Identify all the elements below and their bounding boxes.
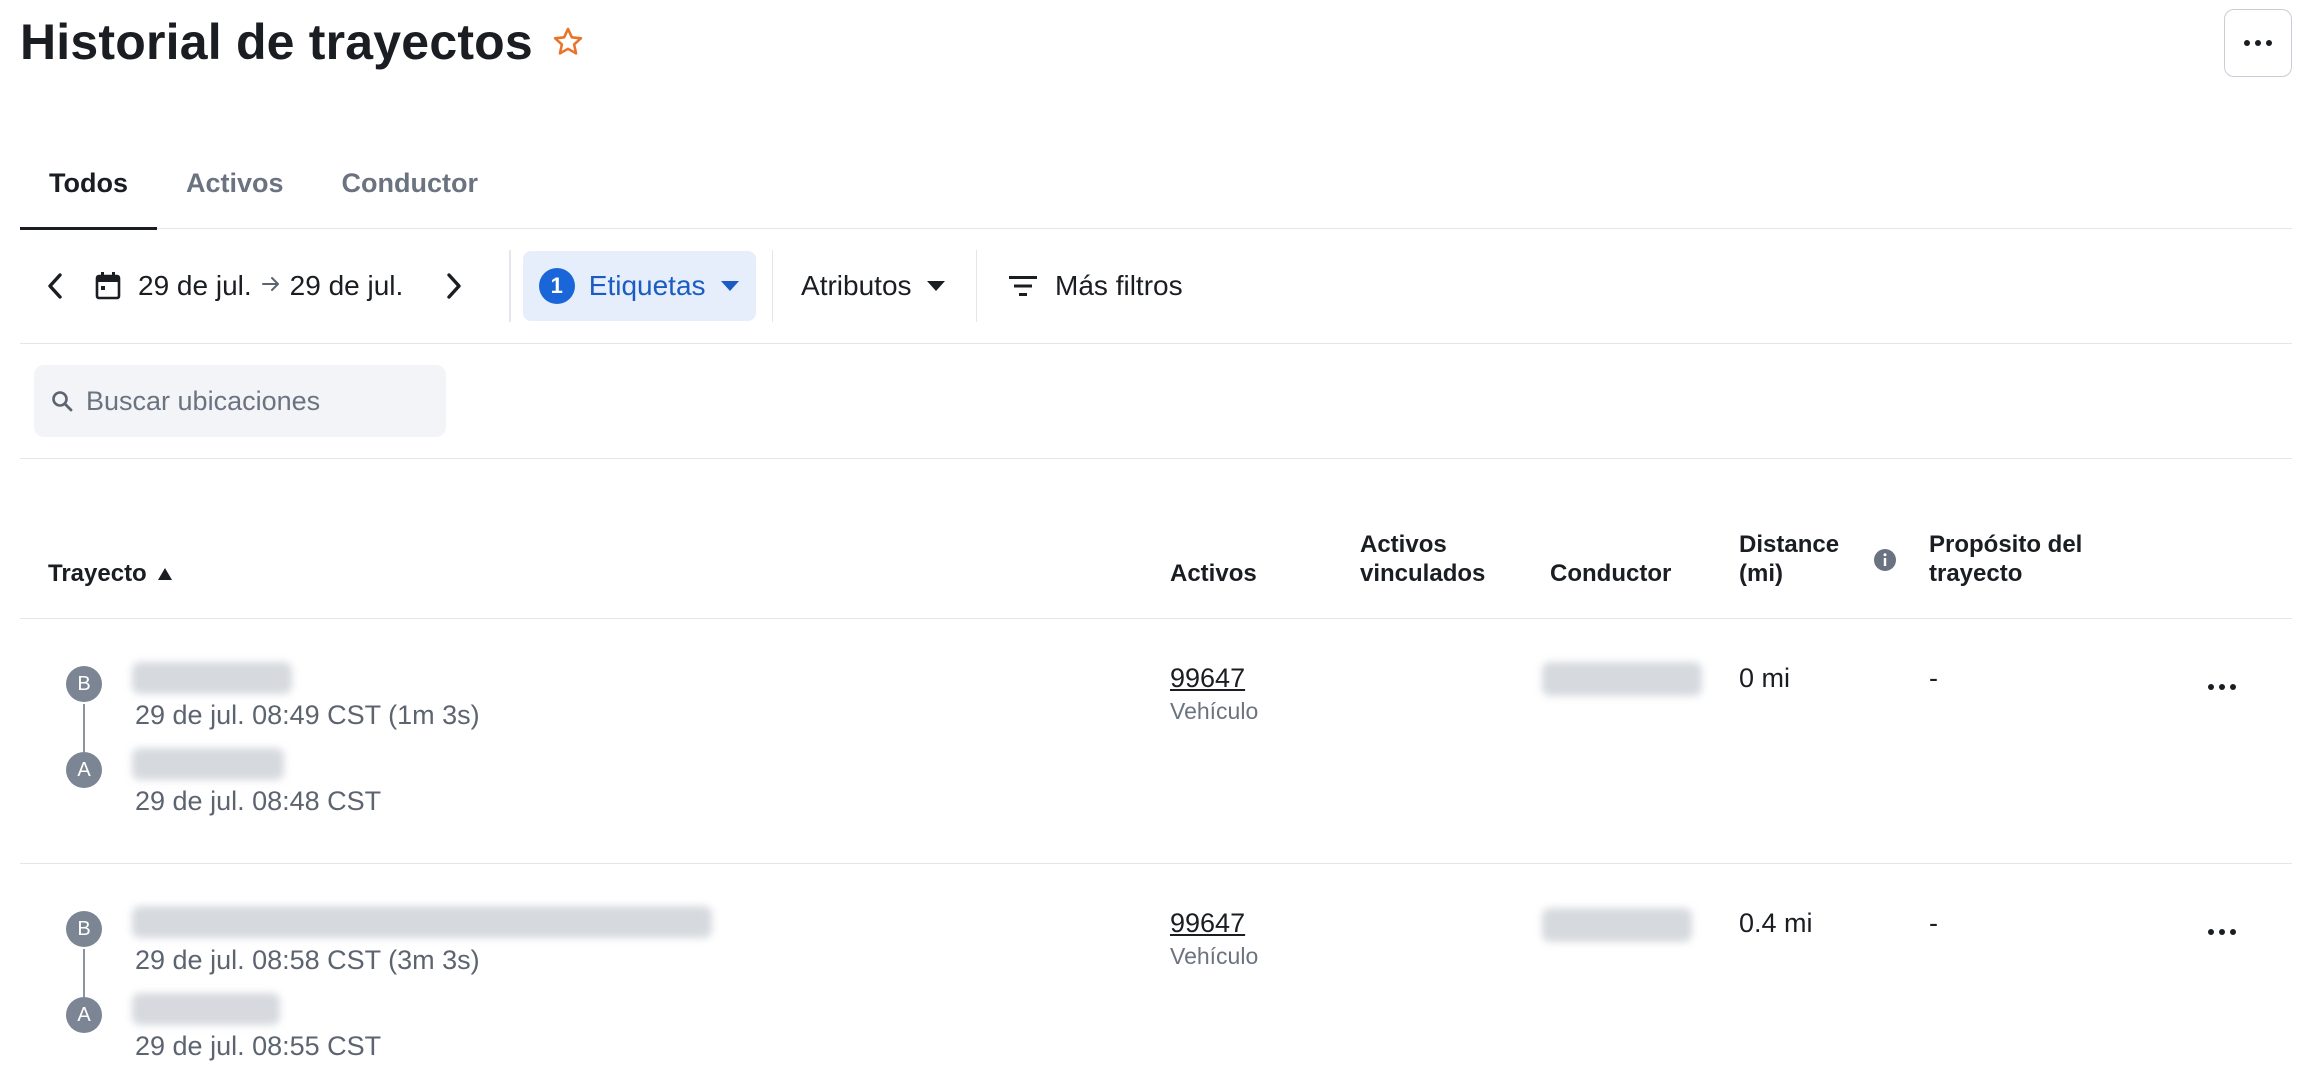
column-header-linked-assets-line1: Activos [1360,531,1447,558]
search-icon [50,389,74,413]
asset-link[interactable]: 99647 [1170,908,1245,939]
search-input[interactable] [84,384,428,418]
filter-lines-icon [1009,275,1038,297]
tab-bar: Todos Activos Conductor [20,140,2292,230]
tags-filter-label: Etiquetas [588,269,706,301]
redacted-driver [1542,662,1702,696]
redacted-location [132,906,712,938]
attributes-filter-label: Atributos [801,269,912,301]
stop-marker-a: A [66,752,102,788]
table-row[interactable]: B A 29 de jul. 08:49 CST (1m 3s) 29 de j… [20,618,2292,864]
redacted-location [132,662,292,694]
column-header-purpose[interactable]: Propósito del trayecto [1929,530,2082,588]
stop-time-start: 29 de jul. 08:48 CST [135,786,382,816]
redacted-location [132,993,280,1025]
stop-time-end: 29 de jul. 08:58 CST (3m 3s) [135,945,480,975]
column-header-purpose-line2: trayecto [1929,560,2023,587]
row-more-button[interactable] [2202,672,2242,702]
divider [975,249,978,322]
column-header-assets[interactable]: Activos [1170,559,1257,588]
column-header-distance-line1: Distance [1739,531,1840,558]
tab-activos[interactable]: Activos [157,148,313,218]
star-icon[interactable] [551,25,585,59]
column-header-linked-assets[interactable]: Activos vinculados [1360,530,1485,588]
more-filters-label: Más filtros [1055,269,1183,301]
divider [771,249,774,322]
tags-count-badge: 1 [538,267,575,304]
page-header: Historial de trayectos [20,6,585,78]
page-title: Historial de trayectos [20,14,533,70]
date-start: 29 de jul. [138,269,252,301]
tab-conductor[interactable]: Conductor [313,148,507,218]
route-connector [83,704,85,752]
column-header-linked-assets-line2: vinculados [1360,560,1486,587]
chevron-right-icon[interactable] [439,266,469,306]
trip-history-page: Historial de trayectos Todos Activos Con… [0,0,2304,1074]
stop-marker-b: B [66,911,102,947]
info-icon[interactable] [1873,548,1897,572]
column-header-distance-line2: (mi) [1739,560,1783,587]
distance-value: 0 mi [1739,663,1791,693]
more-filters-button[interactable]: Más filtros [1009,270,1183,302]
column-header-route-label: Trayecto [48,560,147,587]
divider [509,249,511,322]
redacted-location [132,748,284,780]
calendar-icon [94,271,122,301]
caret-down-icon [720,280,740,292]
table-row[interactable]: B A 29 de jul. 08:58 CST (3m 3s) 29 de j… [20,864,2292,1074]
column-header-purpose-line1: Propósito del [1929,531,2083,558]
chevron-left-icon[interactable] [40,266,70,306]
stop-time-end: 29 de jul. 08:49 CST (1m 3s) [135,700,480,730]
asset-type: Vehículo [1170,698,1259,724]
search-box[interactable] [34,365,446,437]
arrow-right-icon [260,270,282,302]
date-range-picker[interactable]: 29 de jul. 29 de jul. [94,270,403,302]
caret-down-icon [926,280,946,292]
tags-filter-button[interactable]: 1 Etiquetas [522,250,756,321]
more-horizontal-icon [2208,929,2236,935]
sort-ascending-icon [157,567,173,581]
column-header-route[interactable]: Trayecto [48,559,173,588]
more-horizontal-icon [2244,40,2272,46]
route-connector [83,949,85,997]
redacted-driver [1542,908,1692,942]
asset-type: Vehículo [1170,943,1259,969]
column-header-distance[interactable]: Distance (mi) [1739,530,1839,588]
more-options-button[interactable] [2224,9,2292,77]
column-header-driver[interactable]: Conductor [1550,559,1671,588]
more-horizontal-icon [2208,684,2236,690]
stop-marker-a: A [66,997,102,1033]
tab-todos[interactable]: Todos [20,148,157,230]
filter-bar: 29 de jul. 29 de jul. 1 Etiquetas Atribu… [20,228,2292,344]
distance-value: 0.4 mi [1739,908,1813,938]
search-row [20,343,2292,459]
asset-link[interactable]: 99647 [1170,663,1245,694]
attributes-filter-button[interactable]: Atributos [801,270,946,302]
row-more-button[interactable] [2202,917,2242,947]
table-header: Trayecto Activos Activos vinculados Cond… [20,530,2292,619]
purpose-value: - [1929,663,1938,693]
purpose-value: - [1929,908,1938,938]
stop-time-start: 29 de jul. 08:55 CST [135,1031,382,1061]
date-end: 29 de jul. [289,269,404,301]
stop-marker-b: B [66,666,102,702]
